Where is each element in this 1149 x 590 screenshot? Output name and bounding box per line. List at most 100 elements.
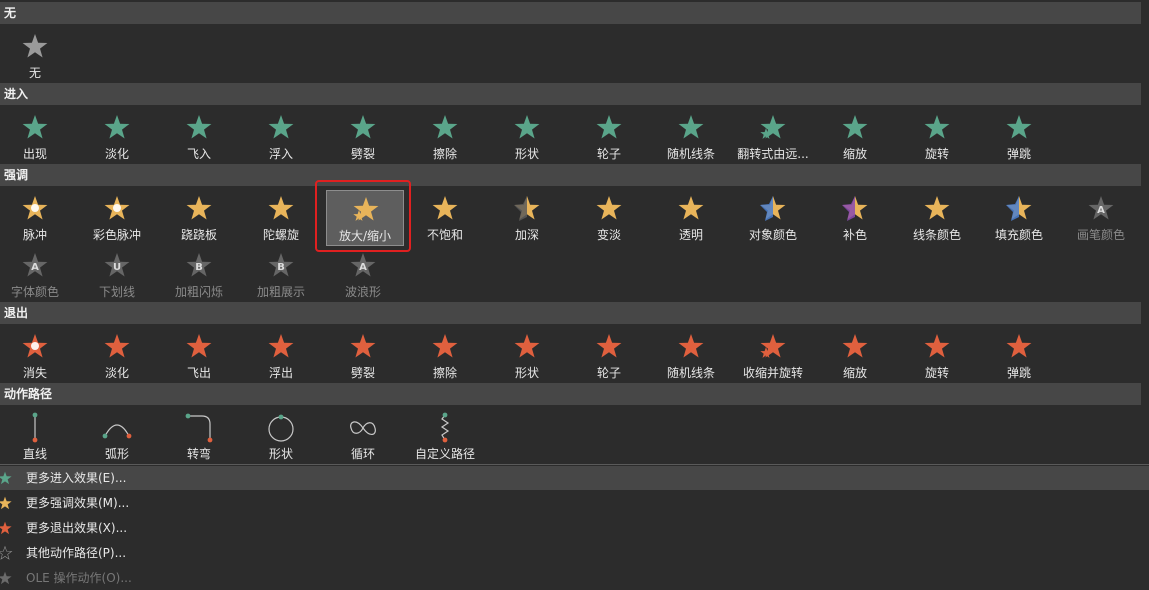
effect-label: 加粗展示 — [256, 285, 305, 299]
effect-label: 对象颜色 — [748, 228, 797, 242]
entrance-effect[interactable]: 随机线条 — [652, 109, 730, 165]
exit-effect[interactable]: 弹跳 — [980, 328, 1058, 384]
exit-effect[interactable]: 飞出 — [160, 328, 238, 384]
emphasis-effect[interactable]: 填充颜色 — [980, 190, 1058, 246]
emphasis-effect[interactable]: 跷跷板 — [160, 190, 238, 246]
star-red-icon — [1006, 334, 1032, 358]
effect-label: 缩放 — [842, 147, 867, 161]
effect-label: 出现 — [22, 147, 47, 161]
effect-label: 缩放 — [842, 366, 867, 380]
exit-effect[interactable]: 随机线条 — [652, 328, 730, 384]
star-green-icon — [760, 115, 786, 139]
star-red-icon — [268, 334, 294, 358]
motion-path-effect[interactable]: 自定义路径 — [406, 409, 484, 465]
emphasis-effect[interactable]: 补色 — [816, 190, 894, 246]
exit-effect[interactable]: 擦除 — [406, 328, 484, 384]
effect-label: 加粗闪烁 — [174, 285, 223, 299]
exit-effect[interactable]: 消失 — [0, 328, 74, 384]
menu-item-label: 更多进入效果(E)... — [26, 471, 127, 485]
section-header-motion-paths: 动作路径 — [0, 383, 1141, 405]
entrance-effect[interactable]: 飞入 — [160, 109, 238, 165]
section-header-none: 无 — [0, 2, 1141, 24]
motion-path-effect[interactable]: 形状 — [242, 409, 320, 465]
motion-path-effect[interactable]: 弧形 — [78, 409, 156, 465]
selection-highlight — [315, 180, 411, 252]
entrance-effect[interactable]: 出现 — [0, 109, 74, 165]
entrance-effect[interactable]: 淡化 — [78, 109, 156, 165]
exit-effect[interactable]: 旋转 — [898, 328, 976, 384]
menu-item[interactable]: 其他动作路径(P)... — [0, 541, 1149, 565]
menu-item-label: OLE 操作动作(O)... — [26, 571, 132, 585]
star-green-icon — [514, 115, 540, 139]
effect-label: 劈裂 — [350, 366, 375, 380]
svg-text:A: A — [1097, 205, 1105, 216]
entrance-effect[interactable]: 轮子 — [570, 109, 648, 165]
entrance-effect[interactable]: 弹跳 — [980, 109, 1058, 165]
effect-label: 弧形 — [104, 447, 129, 461]
star-gray-icon — [22, 34, 48, 58]
effect-label: 字体颜色 — [10, 285, 59, 299]
effect-label: 淡化 — [104, 366, 129, 380]
entrance-effect[interactable]: 劈裂 — [324, 109, 402, 165]
effect-label: 彩色脉冲 — [92, 228, 141, 242]
star-red-icon — [678, 334, 704, 358]
star-gold-icon — [432, 196, 458, 220]
menu-item[interactable]: 更多进入效果(E)... — [0, 466, 1149, 490]
path-icon — [102, 424, 132, 439]
exit-effect[interactable]: 轮子 — [570, 328, 648, 384]
entrance-effect[interactable]: 形状 — [488, 109, 566, 165]
star-gold-icon — [924, 196, 950, 220]
star-red-icon — [104, 334, 130, 358]
star-gold-icon — [104, 196, 130, 220]
exit-effect[interactable]: 淡化 — [78, 328, 156, 384]
menu-item[interactable]: 更多退出效果(X)... — [0, 516, 1149, 540]
star-gold-icon — [1006, 196, 1032, 221]
star-green-icon — [186, 115, 212, 139]
entrance-effect[interactable]: 浮入 — [242, 109, 320, 165]
star-gold-icon — [842, 196, 868, 221]
entrance-effect[interactable]: 旋转 — [898, 109, 976, 165]
emphasis-effect[interactable]: 不饱和 — [406, 190, 484, 246]
effect-label: 旋转 — [924, 147, 949, 161]
effect-label: 循环 — [350, 447, 375, 461]
exit-effect[interactable]: 缩放 — [816, 328, 894, 384]
emphasis-effect[interactable]: 陀螺旋 — [242, 190, 320, 246]
star-red-icon — [0, 521, 12, 535]
exit-effect[interactable]: 劈裂 — [324, 328, 402, 384]
effect-none[interactable]: 无 — [0, 28, 74, 84]
path-icon — [440, 412, 450, 443]
effect-label: 形状 — [514, 366, 539, 380]
exit-effect[interactable]: 浮出 — [242, 328, 320, 384]
menu-item: OLE 操作动作(O)... — [0, 566, 1149, 590]
emphasis-effect[interactable]: 彩色脉冲 — [78, 190, 156, 246]
star-green-icon — [22, 115, 48, 139]
effect-label: 陀螺旋 — [262, 228, 299, 242]
menu-item[interactable]: 更多强调效果(M)... — [0, 491, 1149, 515]
emphasis-effect[interactable]: 线条颜色 — [898, 190, 976, 246]
motion-path-effect[interactable]: 直线 — [0, 409, 74, 465]
path-icon — [268, 414, 294, 442]
entrance-effect[interactable]: 翻转式由远... — [734, 109, 812, 165]
exit-effect[interactable]: 形状 — [488, 328, 566, 384]
emphasis-effect[interactable]: 透明 — [652, 190, 730, 246]
menu-item-label: 其他动作路径(P)... — [26, 546, 127, 560]
emphasis-effect: B 加粗闪烁 — [160, 247, 238, 303]
effect-label: 变淡 — [596, 228, 621, 242]
effect-label: 下划线 — [98, 285, 135, 299]
effect-label: 随机线条 — [666, 147, 715, 161]
svg-text:U: U — [113, 262, 121, 273]
emphasis-effect[interactable]: 对象颜色 — [734, 190, 812, 246]
emphasis-effect[interactable]: 加深 — [488, 190, 566, 246]
entrance-effect[interactable]: 缩放 — [816, 109, 894, 165]
emphasis-effect[interactable]: 脉冲 — [0, 190, 74, 246]
motion-path-effect[interactable]: 循环 — [324, 409, 402, 465]
star-gold-icon — [268, 196, 294, 220]
star-gold-icon — [760, 196, 786, 221]
motion-path-effect[interactable]: 转弯 — [160, 409, 238, 465]
effect-label: 轮子 — [596, 366, 621, 380]
emphasis-effect: A 波浪形 — [324, 247, 402, 303]
effect-label: 自定义路径 — [414, 447, 475, 461]
exit-effect[interactable]: 收缩并旋转 — [734, 328, 812, 384]
emphasis-effect[interactable]: 变淡 — [570, 190, 648, 246]
entrance-effect[interactable]: 擦除 — [406, 109, 484, 165]
